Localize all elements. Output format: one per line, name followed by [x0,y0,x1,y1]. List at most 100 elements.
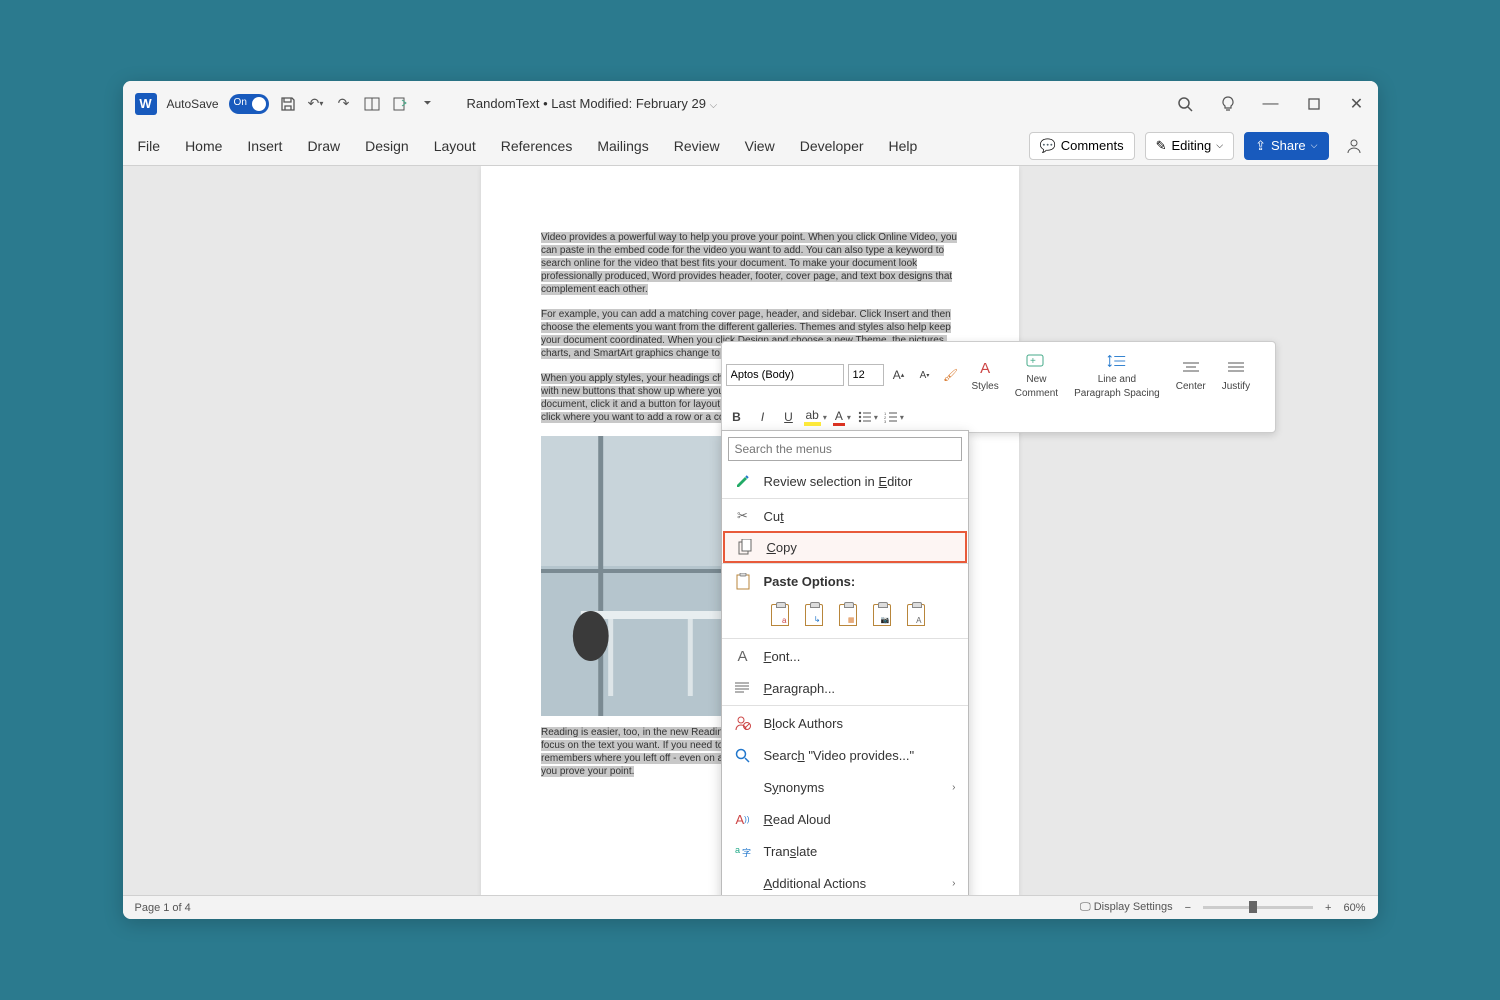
paste-keep-source-icon[interactable]: a [766,601,794,629]
qat-icon-2[interactable] [391,95,409,113]
qat-customize-icon[interactable]: ⏷ [419,95,437,113]
ctx-label: Search "Video provides..." [764,748,956,763]
highlight-icon[interactable]: ab [804,406,827,428]
cut-icon: ✂ [734,507,752,525]
new-comment-button[interactable]: +NewComment [1009,346,1064,404]
comments-button[interactable]: 💬Comments [1029,132,1135,160]
qat-icon-1[interactable] [363,95,381,113]
bold-icon[interactable]: B [726,406,748,428]
tab-mailings[interactable]: Mailings [597,138,648,154]
redo-icon[interactable]: ↷ [335,95,353,113]
font-color-icon[interactable]: A [831,406,853,428]
ctx-label: Font... [764,649,956,664]
close-icon[interactable]: ✕ [1348,95,1366,113]
lightbulb-icon[interactable] [1219,95,1237,113]
ctx-read-aloud[interactable]: A)) Read Aloud [722,803,968,835]
tab-design[interactable]: Design [365,138,409,154]
paste-text-only-icon[interactable]: A [902,601,930,629]
autosave-label: AutoSave [167,97,219,111]
justify-button[interactable]: Justify [1216,346,1256,404]
tab-help[interactable]: Help [889,138,918,154]
search-menu-icon [734,746,752,764]
ctx-review-editor[interactable]: Review selection in Editor [722,465,968,497]
font-family-dropdown[interactable] [726,364,844,386]
format-painter-icon[interactable]: 🖌 [940,364,962,386]
increase-font-icon[interactable]: A▴ [888,364,910,386]
display-settings-button[interactable]: 🖵 Display Settings [1080,901,1173,914]
save-icon[interactable] [279,95,297,113]
ctx-search[interactable]: Search "Video provides..." [722,739,968,771]
context-menu: Review selection in Editor ✂ Cut Copy Pa… [721,430,969,895]
ctx-cut[interactable]: ✂ Cut [722,500,968,532]
ctx-label: Copy [767,540,953,555]
numbering-icon[interactable]: 123 [883,406,905,428]
share-button[interactable]: ⇪Share⌵ [1244,132,1328,160]
ctx-font[interactable]: A Font... [722,640,968,672]
word-app-window: W AutoSave On ↶▾ ↷ ⏷ RandomText • Last M… [123,81,1378,919]
tab-layout[interactable]: Layout [434,138,476,154]
page-indicator[interactable]: Page 1 of 4 [135,902,191,914]
styles-button[interactable]: AStyles [966,346,1005,404]
account-icon[interactable] [1345,137,1363,155]
ctx-label: Review selection in Editor [764,474,956,489]
zoom-in-icon[interactable]: + [1325,902,1331,914]
editing-button[interactable]: ✎Editing⌵ [1145,132,1234,160]
document-canvas[interactable]: Video provides a powerful way to help yo… [123,166,1378,895]
new-comment-icon: + [1026,351,1046,371]
word-app-icon: W [135,93,157,115]
paragraph-1[interactable]: Video provides a powerful way to help yo… [541,231,959,296]
svg-text:字: 字 [742,847,751,858]
line-spacing-button[interactable]: Line andParagraph Spacing [1068,346,1166,404]
paste-options-row: a ↳ ▦ 📷 A [722,597,968,637]
chevron-right-icon: › [952,782,955,793]
underline-icon[interactable]: U [778,406,800,428]
zoom-level[interactable]: 60% [1343,902,1365,914]
minimize-icon[interactable]: — [1262,95,1280,113]
tab-draw[interactable]: Draw [307,138,340,154]
tab-references[interactable]: References [501,138,573,154]
menu-search-input[interactable] [728,437,962,461]
center-button[interactable]: Center [1170,346,1212,404]
tab-insert[interactable]: Insert [247,138,282,154]
zoom-slider[interactable] [1203,906,1313,909]
zoom-out-icon[interactable]: − [1185,902,1191,914]
share-icon: ⇪ [1255,138,1266,154]
search-icon[interactable] [1176,95,1194,113]
tab-developer[interactable]: Developer [800,138,864,154]
ctx-label: Read Aloud [764,812,956,827]
ctx-block-authors[interactable]: Block Authors [722,707,968,739]
ctx-label: Block Authors [764,716,956,731]
bullets-icon[interactable] [857,406,879,428]
ctx-additional-actions[interactable]: Additional Actions › [722,867,968,895]
paragraph-icon [734,679,752,697]
undo-icon[interactable]: ↶▾ [307,95,325,113]
justify-icon [1226,358,1246,378]
maximize-icon[interactable] [1305,95,1323,113]
ctx-translate[interactable]: a字 Translate [722,835,968,867]
paste-picture-icon[interactable]: ▦ [834,601,862,629]
autosave-toggle[interactable]: On [229,94,269,114]
paste-keep-text-icon[interactable]: 📷 [868,601,896,629]
tab-file[interactable]: File [138,138,161,154]
document-title[interactable]: RandomText • Last Modified: February 29 … [467,96,718,111]
tab-view[interactable]: View [745,138,775,154]
styles-icon: A [975,358,995,378]
ctx-copy[interactable]: Copy [723,531,967,563]
font-size-dropdown[interactable] [848,364,884,386]
ctx-label: Paragraph... [764,681,956,696]
tab-home[interactable]: Home [185,138,222,154]
read-aloud-icon: A)) [734,810,752,828]
copy-icon [737,538,755,556]
ctx-label: Translate [764,844,956,859]
tab-review[interactable]: Review [674,138,720,154]
ctx-paragraph[interactable]: Paragraph... [722,672,968,704]
synonyms-icon [734,778,752,796]
ctx-synonyms[interactable]: Synonyms › [722,771,968,803]
translate-icon: a字 [734,842,752,860]
decrease-font-icon[interactable]: A▾ [914,364,936,386]
ctx-label: Additional Actions [764,876,956,891]
paste-merge-icon[interactable]: ↳ [800,601,828,629]
svg-text:a: a [735,845,740,855]
additional-actions-icon [734,874,752,892]
italic-icon[interactable]: I [752,406,774,428]
